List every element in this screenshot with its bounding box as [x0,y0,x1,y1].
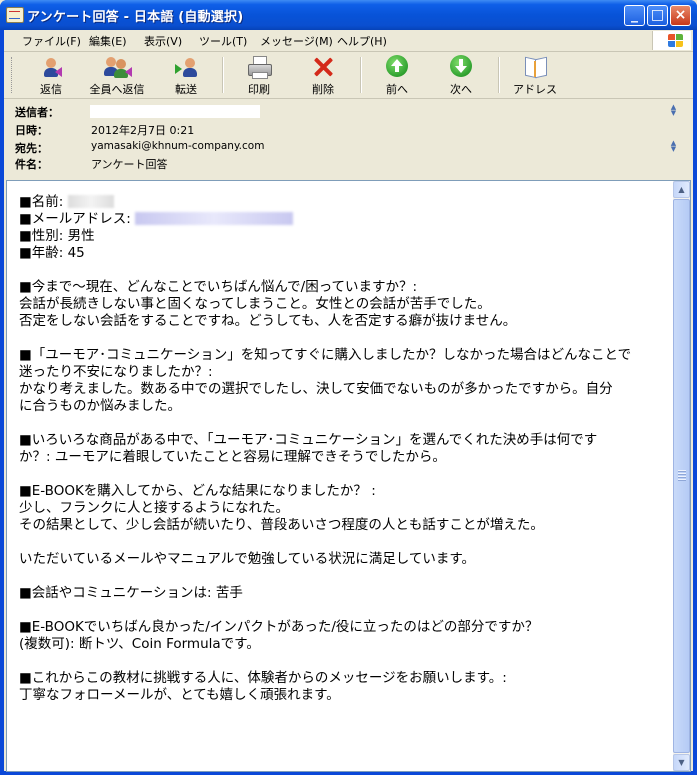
question-5: ■会話やコミュニケーションは: 苦手 [19,585,243,601]
up-arrow-icon [384,55,410,79]
from-field-scroll[interactable]: ▲ ▼ [666,104,681,119]
question-3-line-2: か？: ユーモアに着眼していたことと容易に理解できそうでしたから。 [19,449,446,465]
date-value: 2012年2月7日 0:21 [91,124,195,137]
reply-button[interactable]: 返信 [29,55,73,97]
toolbar: 返信 全員へ返信 転送 印刷 削除 前へ 次へ アドレス [4,52,693,99]
question-3-line-1: ■いろいろな商品がある中で、「ユーモア･コミュニケーション」を選んでくれた決め手… [19,432,598,448]
to-label: 宛先： [15,142,48,155]
message-body: ■名前: ■メールアドレス: ■性別: 男性 ■年齢: 45 ■今まで～現在、どん… [19,194,671,704]
previous-button[interactable]: 前へ [375,55,419,97]
menu-file[interactable]: ファイル(F) [22,33,81,49]
to-value[interactable]: yamasaki@khnum-company.com [91,140,264,152]
question-6-line-2: (複数可): 断トツ、Coin Formulaです。 [19,636,260,652]
reply-all-icon [100,55,134,79]
print-button[interactable]: 印刷 [237,55,281,97]
window-title: アンケート回答 - 日本語 (自動選択) [27,10,244,25]
date-label: 日時： [15,124,48,137]
answer-4-line-1: 少し、フランクに人と接するようになれた。 [19,500,289,516]
menu-message[interactable]: メッセージ(M) [260,33,333,49]
forward-icon [173,55,199,79]
sender-field[interactable] [90,105,260,118]
reply-icon [38,55,64,79]
down-arrow-icon [448,55,474,79]
question-1: ■今まで～現在、どんなことでいちばん悩んで/困っていますか？: [19,279,418,295]
redacted-name [67,195,114,208]
scroll-up-button[interactable]: ▲ [673,181,690,198]
vertical-scrollbar[interactable]: ▲ ▼ [673,181,690,771]
next-button[interactable]: 次へ [439,55,483,97]
scroll-thumb[interactable] [673,199,690,753]
answer-1-line-2: 否定をしない会話をすることですね。どうしても、人を否定する癖が抜けません。 [19,313,517,329]
question-2-line-1: ■「ユーモア･コミュニケーション」を知ってすぐに購入しましたか？しなかった場合は… [19,347,632,363]
answer-4-line-2: その結果として、少し会話が続いたり、普段あいさつ程度の人とも話すことが増えた。 [19,517,544,533]
menu-tools[interactable]: ツール(T) [199,33,247,49]
name-line: ■名前: [19,194,671,211]
question-6-line-1: ■E-BOOKでいちばん良かった/インパクトがあった/役に立ったのはどの部分です… [19,619,539,635]
window-client: ファイル(F) 編集(E) 表示(V) ツール(T) メッセージ(M) ヘルプ(… [4,30,693,772]
toolbar-separator [498,57,500,93]
menu-bar: ファイル(F) 編集(E) 表示(V) ツール(T) メッセージ(M) ヘルプ(… [4,30,693,52]
reply-all-button[interactable]: 全員へ返信 [87,55,147,97]
message-body-pane[interactable]: ■名前: ■メールアドレス: ■性別: 男性 ■年齢: 45 ■今まで～現在、どん… [6,180,691,772]
menu-help[interactable]: ヘルプ(H) [337,33,387,49]
answer-1-line-1: 会話が長続きしない事と固くなってしまうこと。女性との会話が苦手でした。 [19,296,491,312]
answer-7: 丁寧なフォローメールが、とても嬉しく頑張れます。 [19,687,340,703]
toolbar-separator [222,57,224,93]
subject-label: 件名： [15,158,48,171]
toolbar-separator [360,57,362,93]
minimize-button[interactable]: _ [624,5,645,26]
from-label: 送信者： [15,106,59,119]
email-line: ■メールアドレス: [19,211,671,228]
delete-button[interactable]: 削除 [301,55,345,97]
toolbar-grip[interactable] [11,57,15,93]
close-button[interactable]: × [670,5,691,26]
answer-2-line-2: に合うものか悩みました。 [19,398,181,414]
scroll-down-button[interactable]: ▼ [673,754,690,771]
question-2-line-2: 迷ったり不安になりましたか？: [19,364,213,380]
age-line: ■年齢: 45 [19,245,85,261]
satisfaction-line: いただいているメールやマニュアルで勉強している状況に満足しています。 [19,551,476,567]
menu-edit[interactable]: 編集(E) [89,33,127,49]
subject-value: アンケート回答 [91,158,168,171]
printer-icon [246,55,272,79]
answer-2-line-1: かなり考えました。数ある中での選択でしたし、決して安価でないものが多かったですか… [19,381,613,397]
question-7: ■これからこの教材に挑戦する人に、体験者からのメッセージをお願いします。: [19,670,507,686]
windows-logo-icon [652,31,691,50]
message-header: 送信者： 日時： 2012年2月7日 0:21 宛先： yamasaki@khn… [4,99,693,179]
address-book-button[interactable]: アドレス [510,55,560,97]
mail-message-icon [6,7,24,23]
delete-x-icon [310,55,336,79]
maximize-button[interactable]: □ [647,5,668,26]
redacted-email [135,212,294,225]
menu-view[interactable]: 表示(V) [144,33,182,49]
to-field-scroll[interactable]: ▲ ▼ [666,140,681,155]
forward-button[interactable]: 転送 [164,55,208,97]
address-book-icon [522,55,548,79]
mail-window: アンケート回答 - 日本語 (自動選択) _ □ × ファイル(F) 編集(E)… [0,0,697,775]
title-bar[interactable]: アンケート回答 - 日本語 (自動選択) _ □ × [0,0,697,30]
question-4: ■E-BOOKを購入してから、どんな結果になりましたか？ : [19,483,376,499]
gender-line: ■性別: 男性 [19,228,95,244]
